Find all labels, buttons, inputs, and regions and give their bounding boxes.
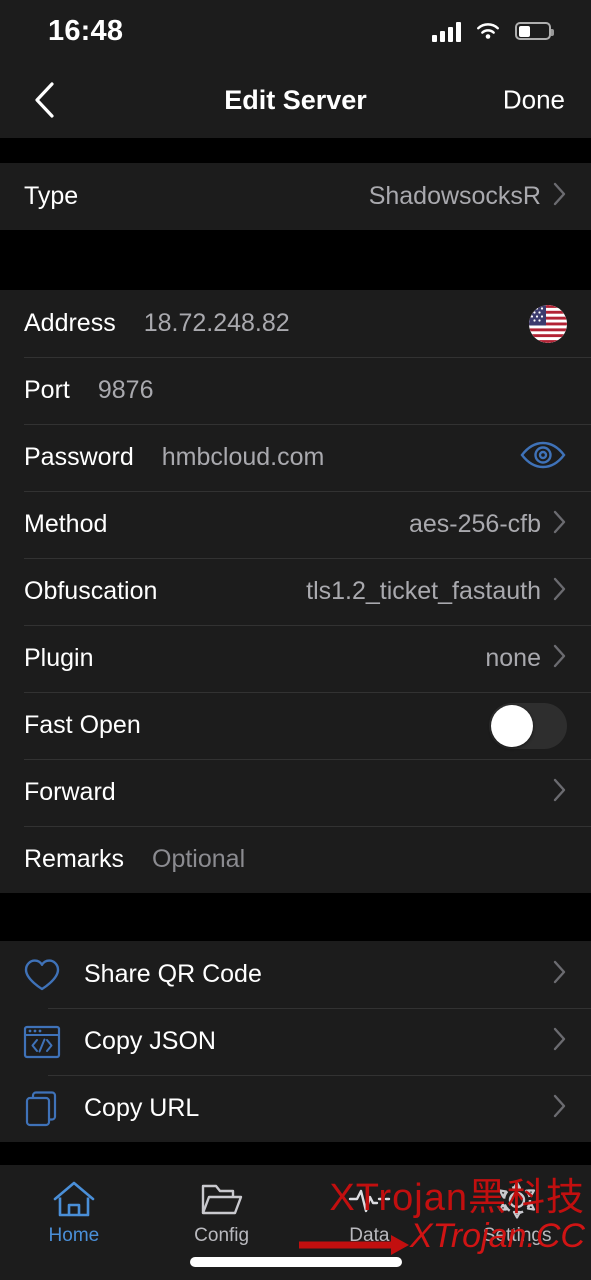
row-value-plugin: none bbox=[485, 644, 541, 672]
home-indicator[interactable] bbox=[189, 1257, 402, 1267]
chevron-right-icon bbox=[553, 960, 567, 989]
back-button[interactable] bbox=[22, 78, 66, 122]
navigation-bar: Edit Server Done bbox=[0, 62, 591, 138]
row-label-fast-open: Fast Open bbox=[24, 711, 141, 739]
copy-icon bbox=[20, 1087, 64, 1131]
remarks-input-placeholder[interactable]: Optional bbox=[152, 845, 245, 874]
tab-home[interactable]: Home bbox=[0, 1179, 148, 1247]
server-section: Address 18.72.248.82 Port 9876 Password … bbox=[0, 290, 591, 893]
battery-icon bbox=[515, 22, 554, 40]
row-label-remarks: Remarks bbox=[24, 845, 125, 873]
chevron-right-icon bbox=[553, 1094, 567, 1123]
row-label-plugin: Plugin bbox=[24, 644, 94, 672]
us-flag-icon bbox=[529, 304, 567, 343]
row-value-address[interactable]: 18.72.248.82 bbox=[144, 309, 290, 338]
chevron-left-icon bbox=[35, 82, 54, 118]
section-gap-middle bbox=[0, 230, 591, 290]
row-address[interactable]: Address 18.72.248.82 bbox=[0, 290, 591, 357]
row-label-address: Address bbox=[24, 309, 116, 337]
row-value-password[interactable]: hmbcloud.com bbox=[162, 443, 325, 472]
action-label-share-qr-code: Share QR Code bbox=[84, 960, 262, 988]
action-copy-url[interactable]: Copy URL bbox=[0, 1075, 591, 1142]
gear-icon bbox=[499, 1181, 536, 1219]
tab-label-home: Home bbox=[48, 1225, 100, 1246]
done-button[interactable]: Done bbox=[503, 85, 565, 116]
chevron-right-icon bbox=[553, 778, 567, 807]
row-password[interactable]: Password hmbcloud.com bbox=[0, 424, 591, 491]
row-label-method: Method bbox=[24, 510, 108, 538]
section-gap-top bbox=[0, 138, 591, 163]
code-window-icon bbox=[20, 1020, 64, 1064]
action-copy-json[interactable]: Copy JSON bbox=[0, 1008, 591, 1075]
signal-bars-icon bbox=[432, 21, 461, 42]
toggle-knob bbox=[491, 704, 533, 747]
chevron-right-icon bbox=[553, 644, 567, 673]
row-method[interactable]: Method aes-256-cfb bbox=[0, 491, 591, 558]
status-bar: 16:48 bbox=[0, 0, 591, 62]
phone-screen: 16:48 Edit Server Done Type ShadowsocksR bbox=[0, 0, 591, 1280]
wifi-icon bbox=[477, 22, 499, 39]
tab-label-config: Config bbox=[194, 1225, 250, 1246]
row-value-method: aes-256-cfb bbox=[408, 510, 541, 538]
row-label-forward: Forward bbox=[24, 778, 116, 806]
row-forward[interactable]: Forward bbox=[0, 759, 591, 826]
tab-label-settings: Settings bbox=[482, 1225, 552, 1246]
row-label-password: Password bbox=[24, 443, 134, 471]
type-section: Type ShadowsocksR bbox=[0, 163, 591, 230]
tab-bar: Home Config Data Settings bbox=[0, 1164, 591, 1280]
status-bar-time: 16:48 bbox=[48, 14, 124, 47]
tab-settings[interactable]: Settings bbox=[443, 1179, 591, 1247]
watermark-arrow-icon bbox=[299, 1235, 409, 1255]
status-bar-indicators bbox=[432, 21, 554, 42]
row-type[interactable]: Type ShadowsocksR bbox=[0, 163, 591, 230]
row-port[interactable]: Port 9876 bbox=[0, 357, 591, 424]
heart-icon bbox=[20, 953, 64, 997]
row-label-port: Port bbox=[24, 376, 70, 404]
folder-icon bbox=[201, 1184, 242, 1215]
action-label-copy-json: Copy JSON bbox=[84, 1027, 216, 1055]
row-label-type: Type bbox=[24, 182, 79, 210]
chevron-right-icon bbox=[553, 182, 567, 211]
fast-open-toggle[interactable] bbox=[489, 702, 567, 749]
action-label-copy-url: Copy URL bbox=[84, 1094, 200, 1122]
actions-section: Share QR Code Copy JSON Copy URL bbox=[0, 941, 591, 1142]
chevron-right-icon bbox=[553, 510, 567, 539]
tab-config[interactable]: Config bbox=[148, 1179, 296, 1247]
row-fast-open: Fast Open bbox=[0, 692, 591, 759]
row-value-obfuscation: tls1.2_ticket_fastauth bbox=[306, 577, 541, 605]
row-value-port[interactable]: 9876 bbox=[98, 376, 154, 405]
section-gap-bottom bbox=[0, 893, 591, 941]
row-label-obfuscation: Obfuscation bbox=[24, 577, 158, 605]
action-share-qr-code[interactable]: Share QR Code bbox=[0, 941, 591, 1008]
eye-icon[interactable] bbox=[519, 439, 567, 476]
chevron-right-icon bbox=[553, 577, 567, 606]
row-value-type: ShadowsocksR bbox=[368, 182, 541, 210]
row-obfuscation[interactable]: Obfuscation tls1.2_ticket_fastauth bbox=[0, 558, 591, 625]
row-plugin[interactable]: Plugin none bbox=[0, 625, 591, 692]
home-icon bbox=[53, 1181, 95, 1217]
chevron-right-icon bbox=[553, 1027, 567, 1056]
row-remarks[interactable]: Remarks Optional bbox=[0, 826, 591, 893]
waveform-icon bbox=[349, 1189, 391, 1213]
